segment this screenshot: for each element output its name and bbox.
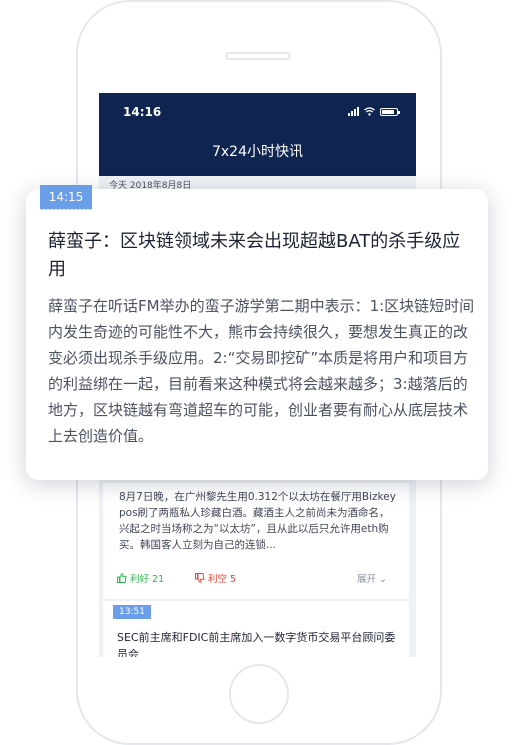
- news-headline: SEC前主席和FDIC前主席加入一数字货币交易平台顾问委员会: [117, 631, 396, 657]
- bullish-label: 利好 21: [130, 574, 165, 585]
- bearish-label: 利空 5: [208, 574, 237, 585]
- expand-label: 展开: [356, 574, 376, 585]
- popup-headline: 薛蛮子：区块链领域未来会出现超越BAT的杀手级应用: [48, 231, 461, 280]
- news-card-body: 8月7日晚，在广州黎先生用0.312个以太坊在餐厅用Bizkey pos刷了两瓶…: [119, 491, 396, 551]
- status-time: 14:16: [123, 105, 162, 119]
- time-flag: 13:51: [113, 605, 151, 619]
- thumbs-down-icon: [195, 573, 205, 583]
- page-title: 7x24小时快讯: [211, 144, 303, 160]
- chevron-down-icon: ⌄: [379, 574, 387, 585]
- wifi-icon: [364, 107, 375, 116]
- bearish-button[interactable]: 利空 5: [195, 571, 236, 585]
- bullish-button[interactable]: 利好 21: [117, 571, 164, 585]
- home-button[interactable]: [229, 664, 289, 724]
- phone-speaker: [225, 52, 291, 60]
- news-popup-card[interactable]: 14:15 薛蛮子：区块链领域未来会出现超越BAT的杀手级应用 薛蛮子在听话FM…: [26, 185, 488, 480]
- expand-button[interactable]: 展开 ⌄: [357, 571, 387, 585]
- nav-bar: 14:16 7x24小时快讯: [99, 93, 416, 176]
- popup-body: 薛蛮子在听话FM举办的蛮子游学第二期中表示：1:区块链短时间内发生奇迹的可能性不…: [48, 297, 475, 445]
- news-card-next[interactable]: 13:51 SEC前主席和FDIC前主席加入一数字货币交易平台顾问委员会: [103, 601, 409, 657]
- battery-icon: [380, 108, 400, 116]
- signal-icon: [348, 107, 359, 116]
- thumbs-up-icon: [117, 573, 127, 583]
- time-flag: 14:15: [40, 185, 92, 212]
- news-card[interactable]: 8月7日晚，在广州黎先生用0.312个以太坊在餐厅用Bizkey pos刷了两瓶…: [103, 483, 409, 599]
- status-icons: [348, 107, 400, 116]
